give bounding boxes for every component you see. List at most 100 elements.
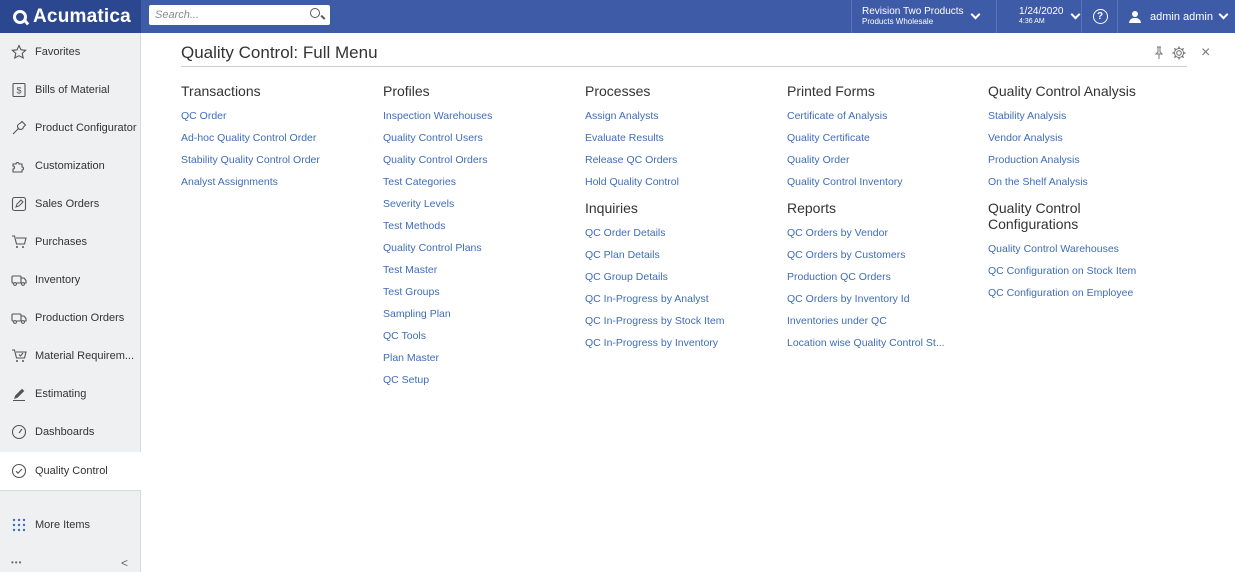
sidebar-item-bills-of-material[interactable]: $ Bills of Material	[0, 71, 140, 109]
section-heading: Profiles	[383, 83, 430, 99]
menu-link[interactable]: QC Setup	[383, 369, 492, 391]
branch-name: Products Wholesale	[862, 16, 934, 26]
sidebar-item-favorites[interactable]: Favorites	[0, 33, 140, 71]
sidebar-item-label: More Items	[35, 519, 91, 531]
ellipsis-icon[interactable]: •••	[11, 558, 22, 567]
menu-link[interactable]: Quality Control Warehouses	[988, 238, 1136, 260]
menu-link[interactable]: Quality Control Inventory	[787, 171, 945, 193]
sidebar-item-sales-orders[interactable]: Sales Orders	[0, 185, 140, 223]
menu-link[interactable]: Production Analysis	[988, 149, 1136, 171]
sidebar-item-label: Purchases	[35, 236, 87, 248]
truck-icon	[11, 272, 27, 288]
sidebar-item-quality-control[interactable]: Quality Control	[0, 452, 141, 490]
search-icon[interactable]	[310, 8, 320, 18]
menu-link[interactable]: QC Orders by Customers	[787, 244, 945, 266]
menu-link[interactable]: Plan Master	[383, 347, 492, 369]
menu-link[interactable]: QC Plan Details	[585, 244, 724, 266]
company-selector[interactable]: Revision Two Products Products Wholesale	[862, 0, 982, 33]
sidebar-item-dashboards[interactable]: Dashboards	[0, 413, 140, 451]
sidebar-item-inventory[interactable]: Inventory	[0, 261, 140, 299]
sidebar-divider	[0, 490, 140, 491]
menu-link[interactable]: QC Order Details	[585, 222, 724, 244]
user-name: admin admin	[1150, 10, 1213, 23]
chevron-down-icon	[970, 9, 980, 20]
menu-link[interactable]: Quality Order	[787, 149, 945, 171]
check-circle-icon	[11, 463, 27, 479]
menu-link[interactable]: Analyst Assignments	[181, 171, 320, 193]
date-selector[interactable]: 1/24/2020 4:36 AM	[1019, 0, 1080, 33]
menu-link[interactable]: Evaluate Results	[585, 127, 724, 149]
sidebar-item-label: Favorites	[35, 46, 81, 58]
menu-link[interactable]: QC Tools	[383, 325, 492, 347]
logo-mark-icon	[13, 9, 27, 24]
menu-link[interactable]: QC In-Progress by Stock Item	[585, 310, 724, 332]
menu-link[interactable]: QC In-Progress by Inventory	[585, 332, 724, 354]
search-box[interactable]	[149, 5, 330, 25]
close-button[interactable]: ×	[1201, 44, 1210, 61]
menu-link[interactable]: Test Groups	[383, 281, 492, 303]
collapse-sidebar-button[interactable]: <	[121, 556, 128, 570]
star-icon	[11, 44, 27, 60]
truck-icon	[11, 310, 27, 326]
menu-link[interactable]: Inventories under QC	[787, 310, 945, 332]
menu-link[interactable]: QC Configuration on Stock Item	[988, 260, 1136, 282]
sidebar-item-production-orders[interactable]: Production Orders	[0, 299, 140, 337]
bill-icon: $	[11, 82, 27, 98]
menu-link[interactable]: Assign Analysts	[585, 105, 724, 127]
title-divider	[181, 66, 1187, 67]
menu-column-profiles: Profiles Inspection Warehouses Quality C…	[383, 83, 492, 391]
menu-link[interactable]: Inspection Warehouses	[383, 105, 492, 127]
pin-button[interactable]	[1153, 45, 1165, 61]
sidebar-footer: ••• <	[0, 553, 140, 572]
menu-link[interactable]: Test Master	[383, 259, 492, 281]
sidebar-item-material-requirements[interactable]: Material Requirem...	[0, 337, 140, 375]
menu-link[interactable]: Quality Control Orders	[383, 149, 492, 171]
sidebar-more-items[interactable]: More Items	[0, 506, 140, 544]
menu-link[interactable]: QC In-Progress by Analyst	[585, 288, 724, 310]
search-input[interactable]	[155, 9, 305, 21]
menu-link[interactable]: Stability Analysis	[988, 105, 1136, 127]
menu-link[interactable]: Location wise Quality Control St...	[787, 332, 945, 354]
gear-icon	[1172, 46, 1186, 60]
menu-link[interactable]: Stability Quality Control Order	[181, 149, 320, 171]
sidebar-item-estimating[interactable]: Estimating	[0, 375, 140, 413]
menu-link[interactable]: Quality Control Users	[383, 127, 492, 149]
section-heading: Processes	[585, 83, 651, 99]
cart-check-icon	[11, 348, 27, 364]
menu-column-analysis: Quality Control Analysis Stability Analy…	[988, 83, 1136, 304]
menu-link[interactable]: Vendor Analysis	[988, 127, 1136, 149]
chevron-down-icon	[1070, 9, 1080, 20]
menu-link[interactable]: Production QC Orders	[787, 266, 945, 288]
menu-column-printed-forms: Printed Forms Certificate of Analysis Qu…	[787, 83, 945, 354]
cart-icon	[11, 234, 27, 250]
menu-link[interactable]: QC Order	[181, 105, 320, 127]
menu-link[interactable]: Certificate of Analysis	[787, 105, 945, 127]
menu-link[interactable]: Release QC Orders	[585, 149, 724, 171]
sidebar-item-label: Bills of Material	[35, 84, 110, 96]
menu-link[interactable]: QC Configuration on Employee	[988, 282, 1136, 304]
edit-icon	[11, 196, 27, 212]
sidebar-item-product-configurator[interactable]: Product Configurator	[0, 109, 140, 147]
menu-link[interactable]: Quality Control Plans	[383, 237, 492, 259]
sidebar-item-customization[interactable]: Customization	[0, 147, 140, 185]
menu-link[interactable]: Ad-hoc Quality Control Order	[181, 127, 320, 149]
sidebar-item-purchases[interactable]: Purchases	[0, 223, 140, 261]
section-heading: Transactions	[181, 83, 261, 99]
help-button[interactable]: ?	[1091, 0, 1109, 33]
menu-link[interactable]: QC Orders by Inventory Id	[787, 288, 945, 310]
menu-link[interactable]: Hold Quality Control	[585, 171, 724, 193]
menu-link[interactable]: Test Categories	[383, 171, 492, 193]
settings-button[interactable]	[1171, 45, 1187, 61]
menu-link[interactable]: Sampling Plan	[383, 303, 492, 325]
sidebar-item-label: Inventory	[35, 274, 81, 286]
menu-link[interactable]: Quality Certificate	[787, 127, 945, 149]
menu-link[interactable]: Test Methods	[383, 215, 492, 237]
menu-link[interactable]: On the Shelf Analysis	[988, 171, 1136, 193]
menu-link[interactable]: QC Orders by Vendor	[787, 222, 945, 244]
menu-link[interactable]: QC Group Details	[585, 266, 724, 288]
section-heading: Quality Control Analysis	[988, 83, 1136, 99]
sidebar-item-label: Material Requirem...	[35, 350, 135, 362]
logo[interactable]: Acumatica	[0, 0, 141, 33]
user-menu[interactable]: admin admin	[1129, 0, 1235, 33]
menu-link[interactable]: Severity Levels	[383, 193, 492, 215]
